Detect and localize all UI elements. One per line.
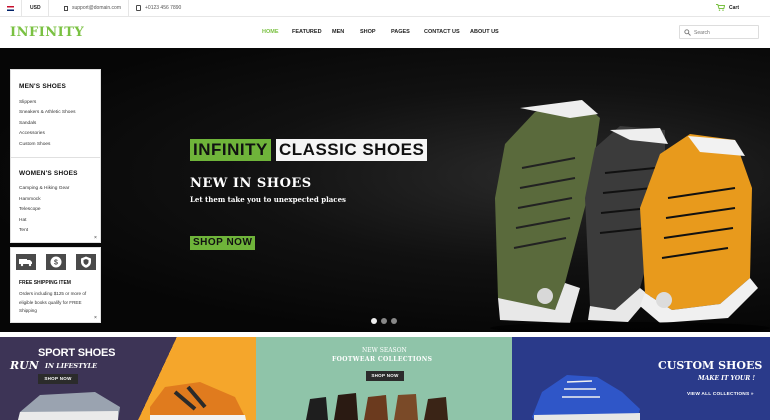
sidebar-divider [11, 157, 100, 158]
shield-icon [76, 254, 96, 270]
banner-make-it-yours: MAKE IT YOUR ! [698, 375, 755, 382]
free-shipping-box: $ FREE SHIPPING ITEM Orders including $1… [10, 247, 101, 323]
mail-icon [64, 5, 68, 11]
sneakers-image [490, 100, 770, 332]
language-selector[interactable] [0, 0, 22, 16]
category-link-slippers[interactable]: Slippers [19, 100, 36, 105]
shipping-title: FREE SHIPPING ITEM [19, 280, 71, 286]
view-all-collections-link[interactable]: VIEW ALL COLLECTIONS » [687, 392, 754, 397]
search-box[interactable] [679, 25, 759, 39]
women-shoes-title[interactable]: WOMEN'S SHOES [19, 170, 78, 177]
main-header: INFINITY HOME FEATURED MEN SHOP PAGES CO… [0, 17, 770, 48]
category-sidebar: MEN'S SHOES Slippers Sneakers & Athletic… [10, 69, 101, 243]
category-link-telescope[interactable]: Telescope [19, 207, 41, 212]
phone-contact[interactable]: +0123 456 7890 [129, 0, 191, 16]
svg-text:$: $ [54, 260, 58, 267]
hero-slider: INFINITY CLASSIC SHOES NEW IN SHOES Let … [0, 48, 770, 332]
banner-lifestyle-text: IN LIFESTYLE [45, 362, 98, 370]
banner-run-text: RUN [10, 359, 39, 372]
category-link-tent[interactable]: Tent [19, 228, 28, 233]
cart-link[interactable]: Cart [729, 5, 739, 11]
truck-icon [16, 254, 36, 270]
hero-heading: NEW IN SHOES [190, 176, 312, 191]
banner-footwear-collections[interactable]: NEW SEASON FOOTWEAR COLLECTIONS SHOP NOW [256, 337, 512, 420]
category-link-camping[interactable]: Camping & Hiking Gear [19, 186, 69, 191]
banner-custom-shoes[interactable]: CUSTOM SHOES MAKE IT YOUR ! VIEW ALL COL… [512, 337, 770, 420]
shipping-text: Orders including $125 or more of eligibl… [19, 291, 87, 313]
banner-footwear-title: FOOTWEAR COLLECTIONS [332, 356, 433, 363]
shipping-close-icon[interactable]: × [94, 315, 97, 321]
banner-sport-title: SPORT SHOES [38, 347, 116, 359]
dollar-icon: $ [46, 254, 66, 270]
sport-shop-now-button[interactable]: SHOP NOW [38, 374, 78, 384]
site-logo[interactable]: INFINITY [10, 25, 84, 40]
banner-new-season: NEW SEASON [362, 347, 407, 354]
footwear-shop-now-button[interactable]: SHOP NOW [366, 371, 404, 381]
slider-dot-3[interactable] [391, 318, 397, 324]
banner-custom-title: CUSTOM SHOES [658, 359, 763, 372]
currency-selector[interactable]: USD [23, 0, 49, 16]
hero-shop-now-button[interactable]: SHOP NOW [190, 236, 256, 250]
phone-icon [136, 5, 141, 11]
category-link-custom-shoes[interactable]: Custom Shoes [19, 142, 50, 147]
category-link-hammock[interactable]: Hammock [19, 197, 41, 202]
slider-dot-2[interactable] [381, 318, 387, 324]
category-link-accessories[interactable]: Accessories [19, 131, 45, 136]
men-shoes-title[interactable]: MEN'S SHOES [19, 83, 66, 90]
nav-contact-us[interactable]: CONTACT US [424, 29, 460, 35]
email-text: support@domain.com [72, 5, 121, 11]
sidebar-close-icon[interactable]: × [94, 235, 97, 241]
category-link-hat[interactable]: Hat [19, 218, 26, 223]
cart-icon[interactable] [716, 4, 725, 11]
hero-brand-tag: INFINITY [190, 139, 271, 161]
search-input[interactable] [694, 28, 754, 37]
nav-about-us[interactable]: ABOUT US [470, 29, 499, 35]
banner-sport-shoes[interactable]: SPORT SHOES RUN IN LIFESTYLE SHOP NOW [0, 337, 256, 420]
nav-home[interactable]: HOME [262, 29, 279, 35]
category-link-sandals[interactable]: Sandals [19, 121, 36, 126]
hero-classic-tag: CLASSIC SHOES [276, 139, 428, 161]
top-bar: USD support@domain.com +0123 456 7890 Ca… [0, 0, 770, 17]
phone-text: +0123 456 7890 [145, 5, 182, 11]
slider-dot-1[interactable] [371, 318, 377, 324]
nav-pages[interactable]: PAGES [391, 29, 410, 35]
nav-men[interactable]: MEN [332, 29, 344, 35]
search-icon[interactable] [684, 29, 691, 36]
category-link-sneakers[interactable]: Sneakers & Athletic Shoes [19, 110, 76, 115]
hero-subheading: Let them take you to unexpected places [190, 195, 346, 204]
email-contact[interactable]: support@domain.com [57, 0, 129, 16]
uk-flag-icon [7, 5, 14, 11]
nav-featured[interactable]: FEATURED [292, 29, 322, 35]
currency-label: USD [30, 5, 41, 11]
nav-shop[interactable]: SHOP [360, 29, 376, 35]
